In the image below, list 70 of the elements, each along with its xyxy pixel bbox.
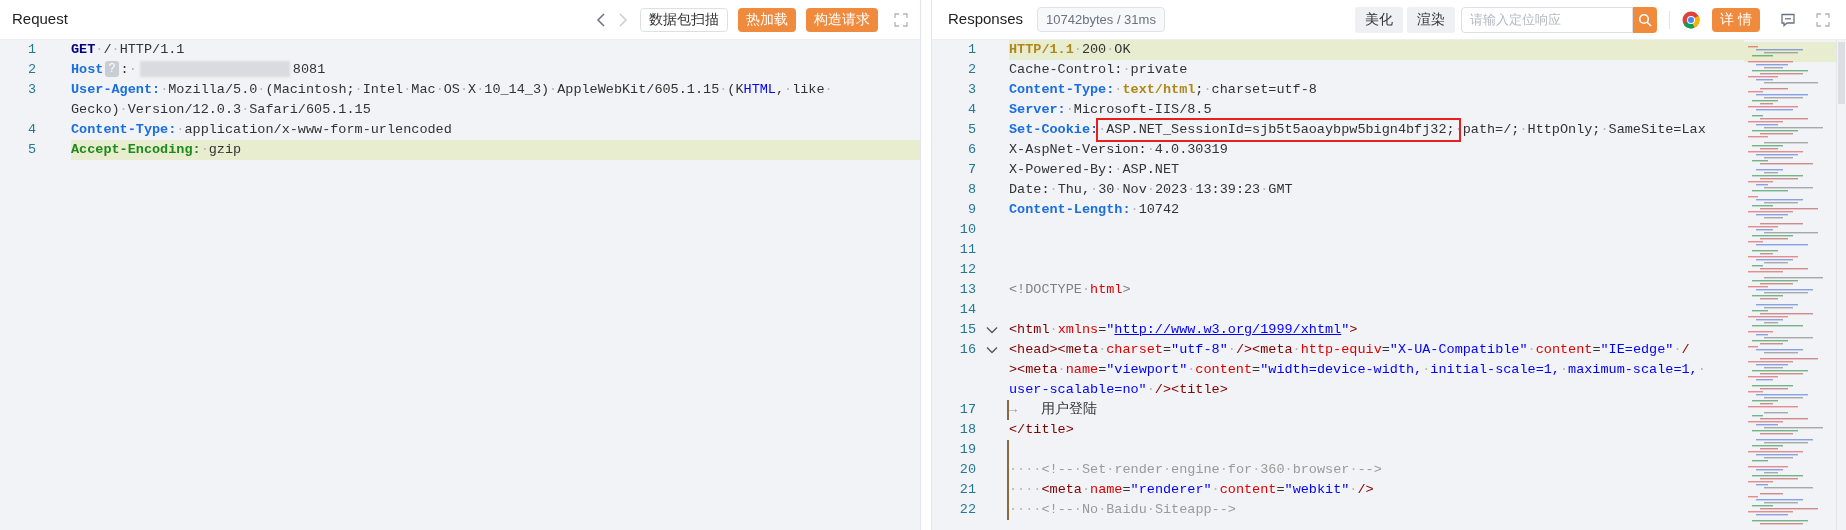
line-number: 5	[26, 140, 36, 159]
circle-logo-icon[interactable]	[1682, 10, 1701, 29]
line-number: 2	[966, 60, 976, 79]
code-line: X-AspNet-Version:·4.0.30319	[1009, 141, 1228, 159]
line-number: 3	[26, 80, 36, 99]
code-line: ····<!--·Set·render·engine·for·360·browser·-->	[1009, 461, 1382, 479]
line-number: 4	[26, 120, 36, 139]
line-number: 3	[966, 80, 976, 99]
toolbar-button[interactable]: 数据包扫描	[640, 7, 728, 32]
search-icon	[1638, 12, 1653, 27]
code-line: Content-Length:·10742	[1009, 201, 1180, 219]
line-number: 7	[966, 160, 976, 179]
line-number: 6	[966, 140, 976, 159]
response-stats: 10742bytes / 31ms	[1037, 6, 1165, 33]
line-number: 14	[958, 300, 976, 319]
line-number: 5	[966, 120, 976, 139]
chevron-left-icon[interactable]	[596, 12, 606, 27]
line-number: 8	[966, 180, 976, 199]
toolbar-button[interactable]: 美化	[1355, 6, 1404, 33]
fullscreen-icon[interactable]	[1816, 12, 1830, 27]
line-number: 9	[966, 200, 976, 219]
code-line: Content-Type:·text/html;·charset=utf-8	[1009, 81, 1317, 99]
code-line: HTTP/1.1·200·OK	[1009, 41, 1131, 59]
code-line: Date:·Thu,·30·Nov·2023·13:39:23·GMT	[1009, 181, 1293, 199]
code-line: <head><meta·charset="utf-8"·/><meta·http-equiv="X-UA-Compatible"·content="IE=edge"·/	[1009, 341, 1690, 359]
line-number: 22	[958, 500, 976, 519]
line-number: 16	[958, 340, 976, 359]
code-line: Content-Type:·application/x-www-form-urlencoded	[71, 121, 452, 139]
code-line: ····<!--·No·Baidu·Siteapp-->	[1009, 501, 1236, 519]
code-line: User-Agent:·Mozilla/5.0·(Macintosh;·Intel·Mac·OS·X·10_14_3)·AppleWebKit/605.1.15·(KHTML,·like·	[71, 81, 833, 99]
fullscreen-icon[interactable]	[894, 12, 908, 27]
line-number: 15	[958, 320, 976, 339]
code-line: <!DOCTYPE·html>	[1009, 281, 1131, 299]
code-line: → 用户登陆	[1009, 400, 1098, 419]
toolbar-button[interactable]: 渲染	[1407, 6, 1456, 33]
line-number: 2	[26, 60, 36, 79]
code-line: </title>	[1009, 421, 1074, 439]
line-number: 11	[958, 240, 976, 259]
message-icon[interactable]	[1780, 11, 1796, 28]
code-line: Cache-Control:·private	[1009, 61, 1188, 79]
line-number: 10	[958, 220, 976, 239]
code-line: ····<meta·name="renderer"·content="webkit"·/>	[1009, 481, 1374, 499]
line-number: 18	[958, 420, 976, 439]
code-line: Host ? :· 8081	[71, 60, 326, 80]
panel-title: Request	[12, 9, 68, 30]
line-number: 13	[958, 280, 976, 299]
chevron-down-icon[interactable]	[985, 346, 998, 354]
line-number: 21	[958, 480, 976, 499]
code-line: Server:·Microsoft-IIS/8.5	[1009, 101, 1212, 119]
code-line: user-scalable=no"·/><title>	[1009, 381, 1228, 399]
line-number: 17	[958, 400, 976, 419]
chevron-down-icon[interactable]	[985, 326, 998, 334]
line-number: 19	[958, 440, 976, 459]
line-number: 1	[26, 40, 36, 59]
code-line: Accept-Encoding:·gzip	[71, 141, 242, 159]
line-number: 1	[966, 40, 976, 59]
code-line: X-Powered-By:·ASP.NET	[1009, 161, 1180, 179]
panel-splitter[interactable]	[920, 0, 932, 530]
line-number: 12	[958, 260, 976, 279]
code-line: Set-Cookie:·	[1009, 121, 1107, 139]
code-line: ·path=/;·HttpOnly;·SameSite=Lax	[1454, 121, 1706, 139]
code-line: GET·/·HTTP/1.1	[71, 41, 185, 59]
line-number: 20	[958, 460, 976, 479]
line-number: 4	[966, 100, 976, 119]
code-line: <html·xmlns="http://www.w3.org/1999/xhtml">	[1009, 321, 1358, 339]
search-field[interactable]: 请输入定位响应	[1461, 6, 1634, 33]
search-button[interactable]	[1633, 6, 1658, 33]
panel-title: Responses	[948, 9, 1024, 30]
code-line: ><meta·name="viewport"·content="width=device-width,·initial-scale=1,·maximum-scale=1,·	[1009, 361, 1706, 379]
code-line: Gecko)·Version/12.0.3·Safari/605.1.15	[71, 101, 371, 119]
